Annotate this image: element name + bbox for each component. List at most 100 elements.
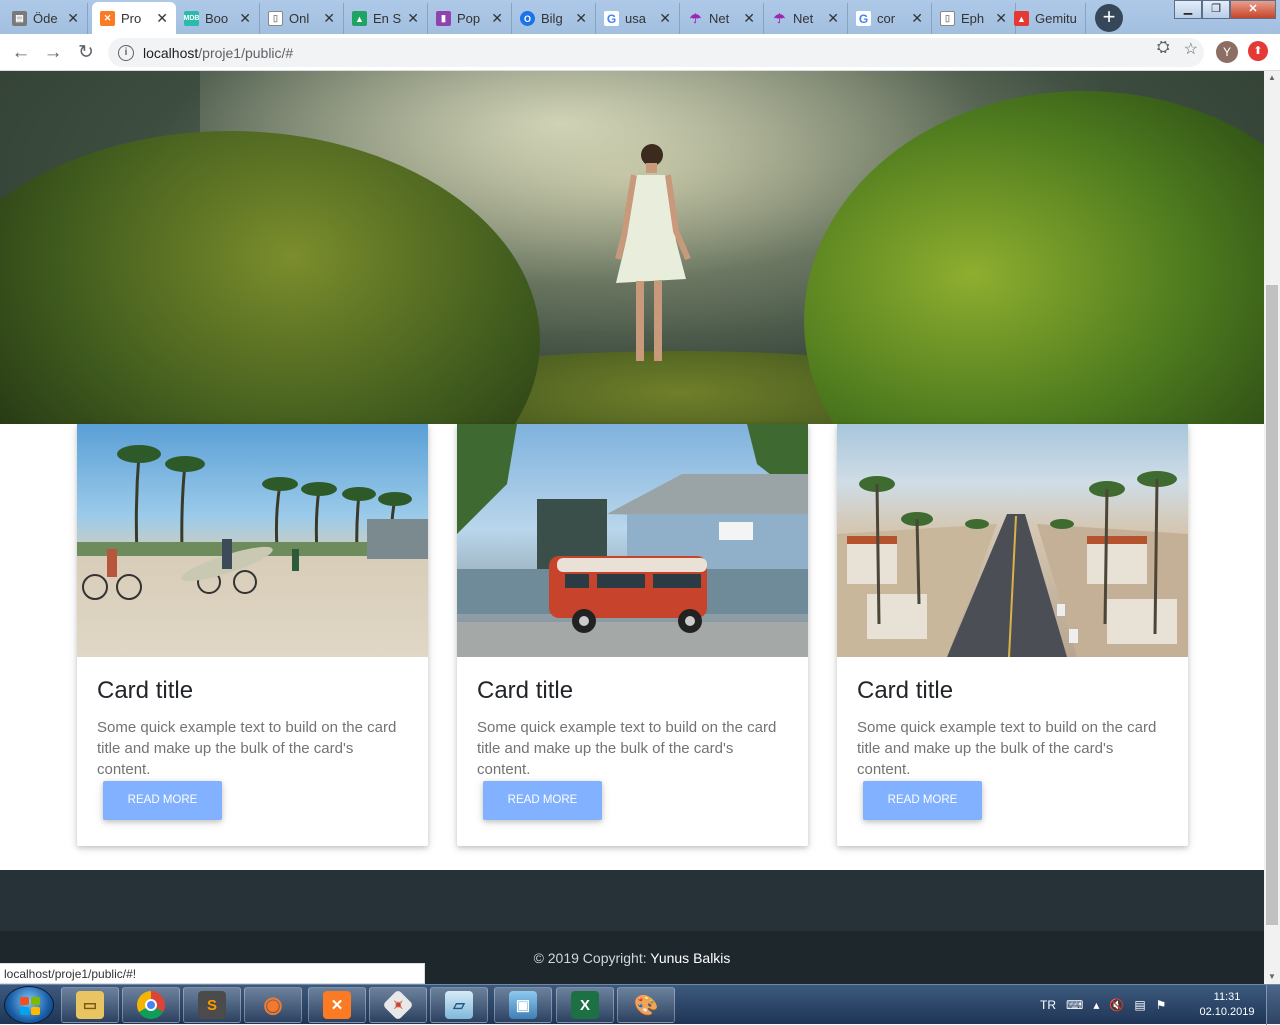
copyright-text: © 2019 Copyright:: [533, 950, 647, 966]
read-more-button[interactable]: Read more: [863, 781, 982, 820]
paint-taskbar-button[interactable]: 🎨: [617, 987, 675, 1023]
new-tab-button[interactable]: +: [1095, 4, 1123, 32]
start-button[interactable]: [4, 986, 54, 1024]
restore-button[interactable]: ❐: [1202, 0, 1230, 19]
scrollbar-thumb[interactable]: [1266, 285, 1278, 925]
blender-taskbar-button[interactable]: ◉: [244, 987, 302, 1023]
bookmark-icon: ▮: [436, 11, 451, 26]
status-url: localhost/proje1/public/#!: [0, 963, 425, 984]
excel-taskbar-button[interactable]: X: [556, 987, 614, 1023]
system-tray: TR ⌨ ▴ 🔇 ▤ ⚑: [1040, 985, 1166, 1025]
tab-0[interactable]: ▤ Öde ✕: [4, 3, 88, 34]
document-icon: ▯: [940, 11, 955, 26]
close-icon[interactable]: ✕: [491, 10, 503, 27]
close-icon[interactable]: ✕: [827, 10, 839, 27]
card-image-van: [457, 424, 808, 657]
tab-11[interactable]: ▯ Eph ✕: [932, 3, 1016, 34]
umbrella-icon: ☂: [773, 10, 786, 26]
clock-time: 11:31: [1213, 991, 1241, 1003]
action-center-flag-icon[interactable]: ⚑: [1156, 998, 1167, 1012]
close-icon[interactable]: ✕: [239, 10, 251, 27]
tab-label: Gemitu: [1035, 11, 1077, 26]
explorer-icon: ▭: [76, 991, 104, 1019]
card-title: Card title: [477, 677, 574, 704]
mdb-icon: MDB: [184, 11, 199, 26]
page-viewport: Card title Some quick example text to bu…: [0, 71, 1264, 984]
photos-taskbar-button[interactable]: ▣: [494, 987, 552, 1023]
extension-icon[interactable]: ⬆: [1248, 41, 1268, 61]
translate-icon[interactable]: ⛭: [1157, 39, 1170, 59]
close-icon[interactable]: ✕: [156, 10, 168, 27]
tab-label: Net: [709, 11, 730, 26]
info-icon[interactable]: i: [118, 44, 134, 61]
tab-label: Net: [793, 11, 814, 26]
volume-muted-icon[interactable]: 🔇: [1109, 998, 1124, 1012]
tab-12[interactable]: ▲ Gemitu: [1006, 3, 1086, 34]
xampp-taskbar-button[interactable]: ✕: [308, 987, 366, 1023]
scroll-up-icon[interactable]: ▲: [1264, 71, 1280, 85]
sublime-icon: S: [198, 991, 226, 1019]
scroll-down-icon[interactable]: ▼: [1264, 970, 1280, 984]
tab-strip: ▤ Öde ✕ ✕ Pro ✕ MDB Boo ✕ ▯ Onl ✕ ▲ En S…: [0, 0, 1280, 35]
tab-6[interactable]: O Bilg ✕: [512, 3, 596, 34]
reload-button[interactable]: ↻: [73, 40, 99, 66]
address-bar[interactable]: i localhost/proje1/public/#: [108, 38, 1204, 67]
close-icon[interactable]: ✕: [67, 10, 79, 27]
google-icon: G: [856, 11, 871, 26]
card: Card title Some quick example text to bu…: [457, 424, 808, 846]
close-icon[interactable]: ✕: [911, 10, 923, 27]
close-icon[interactable]: ✕: [323, 10, 335, 27]
tab-8[interactable]: ☂ Net ✕: [680, 3, 764, 34]
gemitu-icon: ▲: [1014, 11, 1029, 26]
git-taskbar-button[interactable]: ✦: [369, 987, 427, 1023]
close-window-button[interactable]: ✕: [1230, 0, 1276, 19]
copyright-author-link[interactable]: Yunus Balkis: [650, 950, 730, 966]
tab-3[interactable]: ▯ Onl ✕: [260, 3, 344, 34]
clock[interactable]: 11:31 02.10.2019: [1196, 990, 1258, 1020]
blender-icon: ◉: [263, 992, 283, 1017]
tab-label: Boo: [205, 11, 229, 26]
language-indicator[interactable]: TR: [1040, 998, 1056, 1012]
bookmark-star-icon[interactable]: ☆: [1184, 39, 1198, 59]
show-desktop-button[interactable]: [1266, 985, 1280, 1025]
close-icon[interactable]: ✕: [575, 10, 587, 27]
sublime-taskbar-button[interactable]: S: [183, 987, 241, 1023]
tab-9[interactable]: ☂ Net ✕: [764, 3, 848, 34]
read-more-button[interactable]: Read more: [483, 781, 602, 820]
tab-1-active[interactable]: ✕ Pro ✕: [92, 2, 176, 35]
chrome-icon: [137, 991, 165, 1019]
tab-label: Pop: [457, 11, 481, 26]
drive-icon: ▲: [352, 11, 367, 26]
keyboard-icon[interactable]: ⌨: [1066, 998, 1083, 1012]
forward-button[interactable]: →: [40, 40, 66, 66]
tab-7[interactable]: G usa ✕: [596, 3, 680, 34]
close-icon[interactable]: ✕: [743, 10, 755, 27]
card-title: Card title: [97, 677, 194, 704]
window-controls: ▁ ❐ ✕: [1174, 0, 1276, 19]
back-button[interactable]: ←: [8, 40, 34, 66]
hero-image: [0, 71, 1264, 424]
tab-10[interactable]: G cor ✕: [848, 3, 932, 34]
tab-5[interactable]: ▮ Pop ✕: [428, 3, 512, 34]
avatar[interactable]: Y: [1216, 41, 1238, 63]
card-image-beach: [77, 424, 428, 657]
tab-2[interactable]: MDB Boo ✕: [176, 3, 260, 34]
show-hidden-icons[interactable]: ▴: [1093, 998, 1099, 1012]
clock-date: 02.10.2019: [1199, 1006, 1255, 1018]
close-icon[interactable]: ✕: [407, 10, 419, 27]
taskbar: ▭ S ◉ ✕ ✦ ▱ ▣ X 🎨 TR ⌨ ▴ 🔇 ▤ ⚑ 11:31 02.…: [0, 984, 1280, 1025]
chrome-taskbar-button[interactable]: [122, 987, 180, 1023]
explorer-taskbar-button[interactable]: ▭: [61, 987, 119, 1023]
minimize-button[interactable]: ▁: [1174, 0, 1202, 19]
card-text: Some quick example text to build on the …: [97, 719, 397, 778]
document-icon: ▯: [268, 11, 283, 26]
notepad-taskbar-button[interactable]: ▱: [430, 987, 488, 1023]
read-more-button[interactable]: Read more: [103, 781, 222, 820]
network-icon[interactable]: ▤: [1134, 998, 1145, 1012]
page-icon: ▤: [12, 11, 27, 26]
address-url: localhost/proje1/public/#: [143, 44, 294, 61]
tab-4[interactable]: ▲ En S ✕: [344, 3, 428, 34]
page-scrollbar[interactable]: ▲ ▼: [1264, 71, 1280, 984]
close-icon[interactable]: ✕: [659, 10, 671, 27]
tab-label: Öde: [33, 11, 58, 26]
